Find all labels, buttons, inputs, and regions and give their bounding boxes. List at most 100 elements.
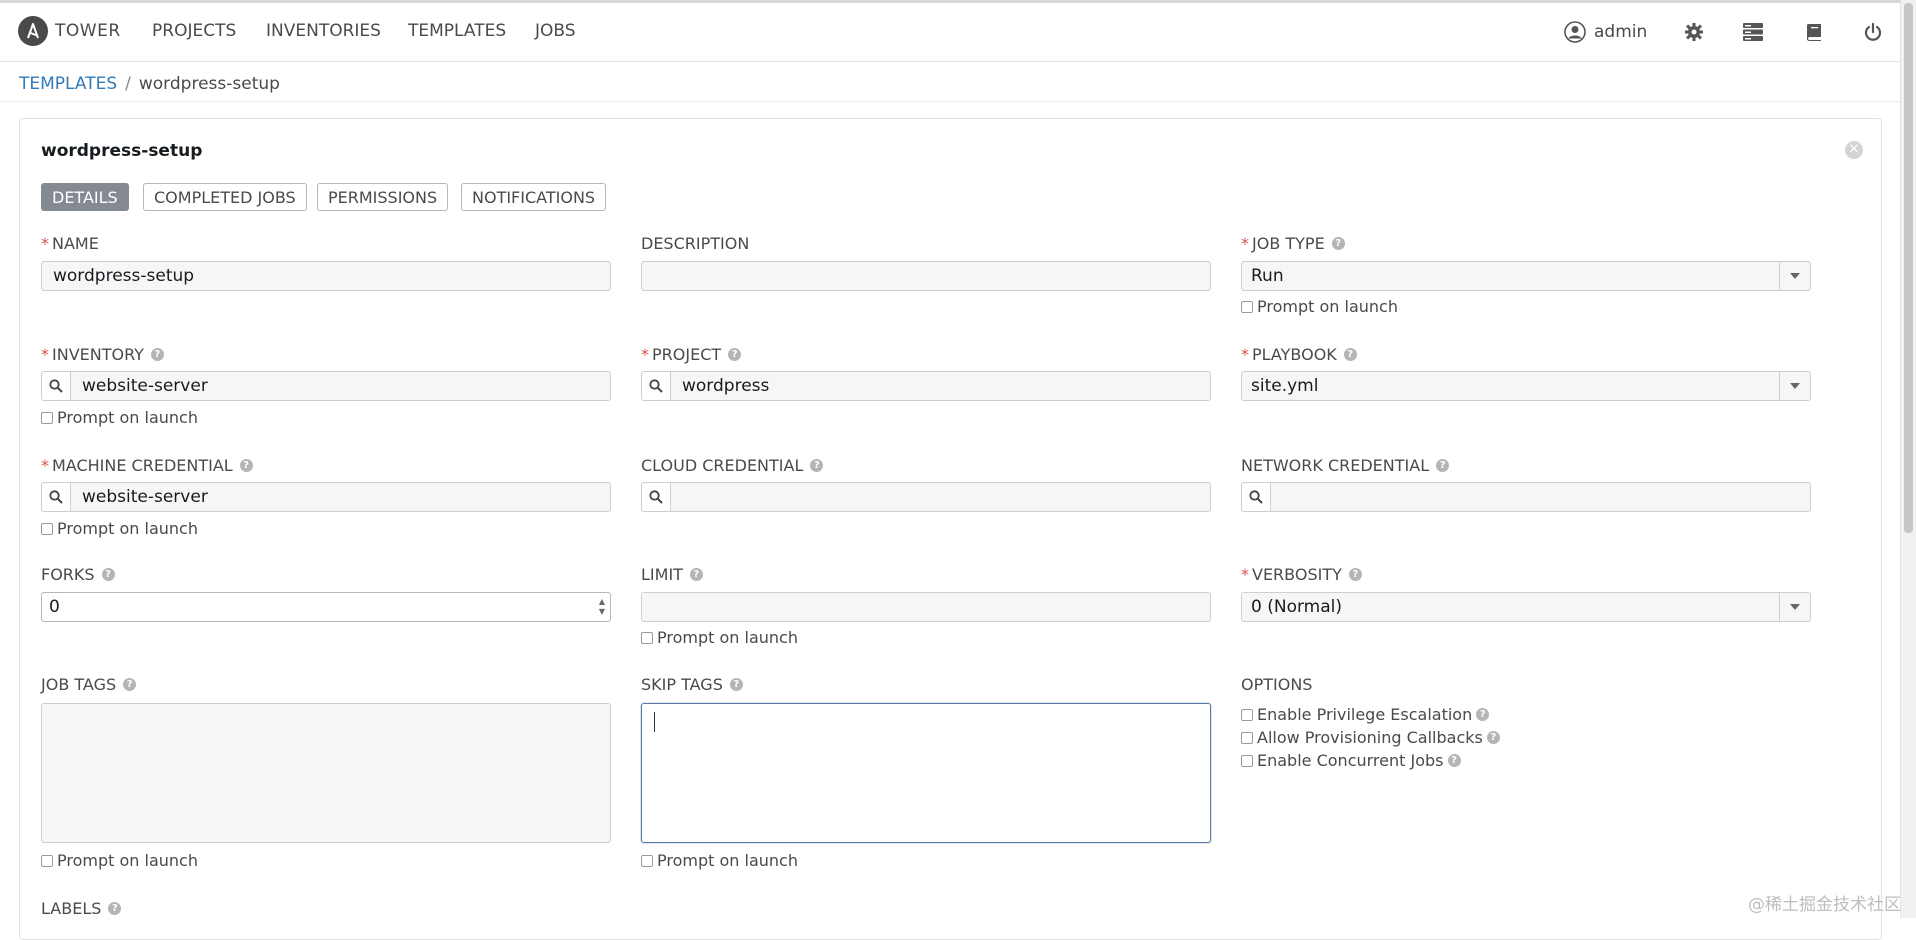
user-icon	[1564, 21, 1586, 43]
help-icon[interactable]: ?	[810, 459, 824, 472]
top-navbar: TOWER PROJECTS INVENTORIES TEMPLATES JOB…	[0, 3, 1900, 62]
breadcrumb-separator: /	[125, 74, 131, 94]
checkbox-icon	[1241, 731, 1253, 744]
network-credential-label: NETWORK CREDENTIAL?	[1241, 456, 1450, 475]
privilege-escalation-checkbox[interactable]: Enable Privilege Escalation?	[1241, 705, 1490, 724]
help-icon[interactable]: ?	[150, 348, 164, 361]
machine-credential-label: * MACHINE CREDENTIAL?	[41, 456, 253, 475]
skip-tags-textarea[interactable]	[641, 703, 1211, 843]
search-icon[interactable]	[642, 483, 671, 511]
skip-tags-prompt-checkbox[interactable]: Prompt on launch	[641, 851, 798, 870]
power-icon[interactable]	[1860, 19, 1886, 45]
name-label: * NAME	[41, 234, 99, 253]
checkbox-icon	[641, 854, 653, 867]
checkbox-icon	[641, 631, 653, 644]
close-icon[interactable]: ✕	[1845, 141, 1863, 159]
user-menu[interactable]: admin	[1564, 17, 1647, 47]
labels-label: LABELS?	[41, 899, 122, 918]
nav-inventories-link[interactable]: INVENTORIES	[266, 21, 381, 41]
page-scrollbar[interactable]	[1900, 0, 1916, 918]
provisioning-callbacks-checkbox[interactable]: Allow Provisioning Callbacks?	[1241, 728, 1500, 747]
help-icon[interactable]: ?	[1486, 731, 1500, 744]
checkbox-icon	[1241, 708, 1253, 721]
server-icon[interactable]	[1740, 19, 1766, 45]
description-input[interactable]	[641, 261, 1211, 291]
chevron-down-icon	[1779, 372, 1810, 400]
search-icon[interactable]	[42, 483, 71, 511]
forks-label: FORKS?	[41, 565, 115, 584]
book-icon[interactable]	[1801, 19, 1827, 45]
machine-credential-prompt-checkbox[interactable]: Prompt on launch	[41, 519, 198, 538]
checkbox-icon	[41, 411, 53, 424]
help-icon[interactable]: ?	[1343, 348, 1357, 361]
concurrent-jobs-checkbox[interactable]: Enable Concurrent Jobs?	[1241, 751, 1461, 770]
watermark-text: @稀土掘金技术社区	[1748, 895, 1901, 915]
verbosity-label: * VERBOSITY?	[1241, 565, 1362, 584]
job-type-prompt-checkbox[interactable]: Prompt on launch	[1241, 297, 1398, 316]
tab-details[interactable]: DETAILS	[41, 183, 129, 211]
checkbox-icon	[41, 854, 53, 867]
checkbox-icon	[1241, 300, 1253, 313]
nav-templates-link[interactable]: TEMPLATES	[408, 21, 506, 41]
inventory-lookup[interactable]: website-server	[41, 371, 611, 401]
playbook-select[interactable]: site.yml	[1241, 371, 1811, 401]
help-icon[interactable]: ?	[1331, 237, 1345, 250]
breadcrumb-templates-link[interactable]: TEMPLATES	[19, 74, 117, 94]
help-icon[interactable]: ?	[108, 902, 122, 915]
help-icon[interactable]: ?	[101, 568, 115, 581]
name-input[interactable]: wordpress-setup	[41, 261, 611, 291]
template-form-panel: wordpress-setup ✕ DETAILS COMPLETED JOBS…	[19, 118, 1882, 940]
description-label: DESCRIPTION	[641, 234, 750, 253]
machine-credential-lookup[interactable]: website-server	[41, 482, 611, 512]
help-icon[interactable]: ?	[689, 568, 703, 581]
tower-logo-icon[interactable]	[18, 16, 48, 46]
cloud-credential-lookup[interactable]	[641, 482, 1211, 512]
search-icon[interactable]	[642, 372, 671, 400]
breadcrumb: TEMPLATES / wordpress-setup	[19, 74, 280, 94]
brand-name[interactable]: TOWER	[55, 21, 121, 41]
options-label: OPTIONS	[1241, 675, 1313, 694]
tab-completed-jobs[interactable]: COMPLETED JOBS	[143, 183, 307, 211]
search-icon[interactable]	[42, 372, 71, 400]
tab-notifications[interactable]: NOTIFICATIONS	[461, 183, 607, 211]
help-icon[interactable]: ?	[729, 678, 743, 691]
inventory-label: * INVENTORY?	[41, 345, 164, 364]
tab-permissions[interactable]: PERMISSIONS	[317, 183, 449, 211]
cloud-credential-label: CLOUD CREDENTIAL?	[641, 456, 824, 475]
limit-input[interactable]	[641, 592, 1211, 622]
help-icon[interactable]: ?	[1447, 754, 1461, 767]
inventory-prompt-checkbox[interactable]: Prompt on launch	[41, 408, 198, 427]
help-icon[interactable]: ?	[1476, 708, 1490, 721]
job-type-select[interactable]: Run	[1241, 261, 1811, 291]
help-icon[interactable]: ?	[1436, 459, 1450, 472]
help-icon[interactable]: ?	[728, 348, 742, 361]
limit-prompt-checkbox[interactable]: Prompt on launch	[641, 628, 798, 647]
project-lookup[interactable]: wordpress	[641, 371, 1211, 401]
checkbox-icon	[41, 522, 53, 535]
search-icon[interactable]	[1242, 483, 1271, 511]
help-icon[interactable]: ?	[123, 678, 137, 691]
job-tags-textarea[interactable]	[41, 703, 611, 843]
breadcrumb-divider	[0, 101, 1900, 102]
network-credential-lookup[interactable]	[1241, 482, 1811, 512]
help-icon[interactable]: ?	[1348, 568, 1362, 581]
nav-projects-link[interactable]: PROJECTS	[152, 21, 236, 41]
nav-jobs-link[interactable]: JOBS	[535, 21, 576, 41]
panel-title: wordpress-setup	[41, 141, 203, 161]
skip-tags-label: SKIP TAGS?	[641, 675, 743, 694]
number-stepper-icon[interactable]: ▲ ▼	[596, 595, 608, 619]
gear-icon[interactable]	[1681, 19, 1707, 45]
checkbox-icon	[1241, 754, 1253, 767]
help-icon[interactable]: ?	[239, 459, 253, 472]
project-label: * PROJECT?	[641, 345, 742, 364]
job-tags-prompt-checkbox[interactable]: Prompt on launch	[41, 851, 198, 870]
verbosity-select[interactable]: 0 (Normal)	[1241, 592, 1811, 622]
job-tags-label: JOB TAGS?	[41, 675, 137, 694]
playbook-label: * PLAYBOOK?	[1241, 345, 1357, 364]
scrollbar-thumb[interactable]	[1904, 3, 1913, 533]
limit-label: LIMIT?	[641, 565, 703, 584]
forks-input[interactable]: 0 ▲ ▼	[41, 592, 611, 622]
chevron-down-icon	[1779, 593, 1810, 621]
required-mark: *	[41, 234, 49, 253]
text-caret	[654, 712, 655, 732]
